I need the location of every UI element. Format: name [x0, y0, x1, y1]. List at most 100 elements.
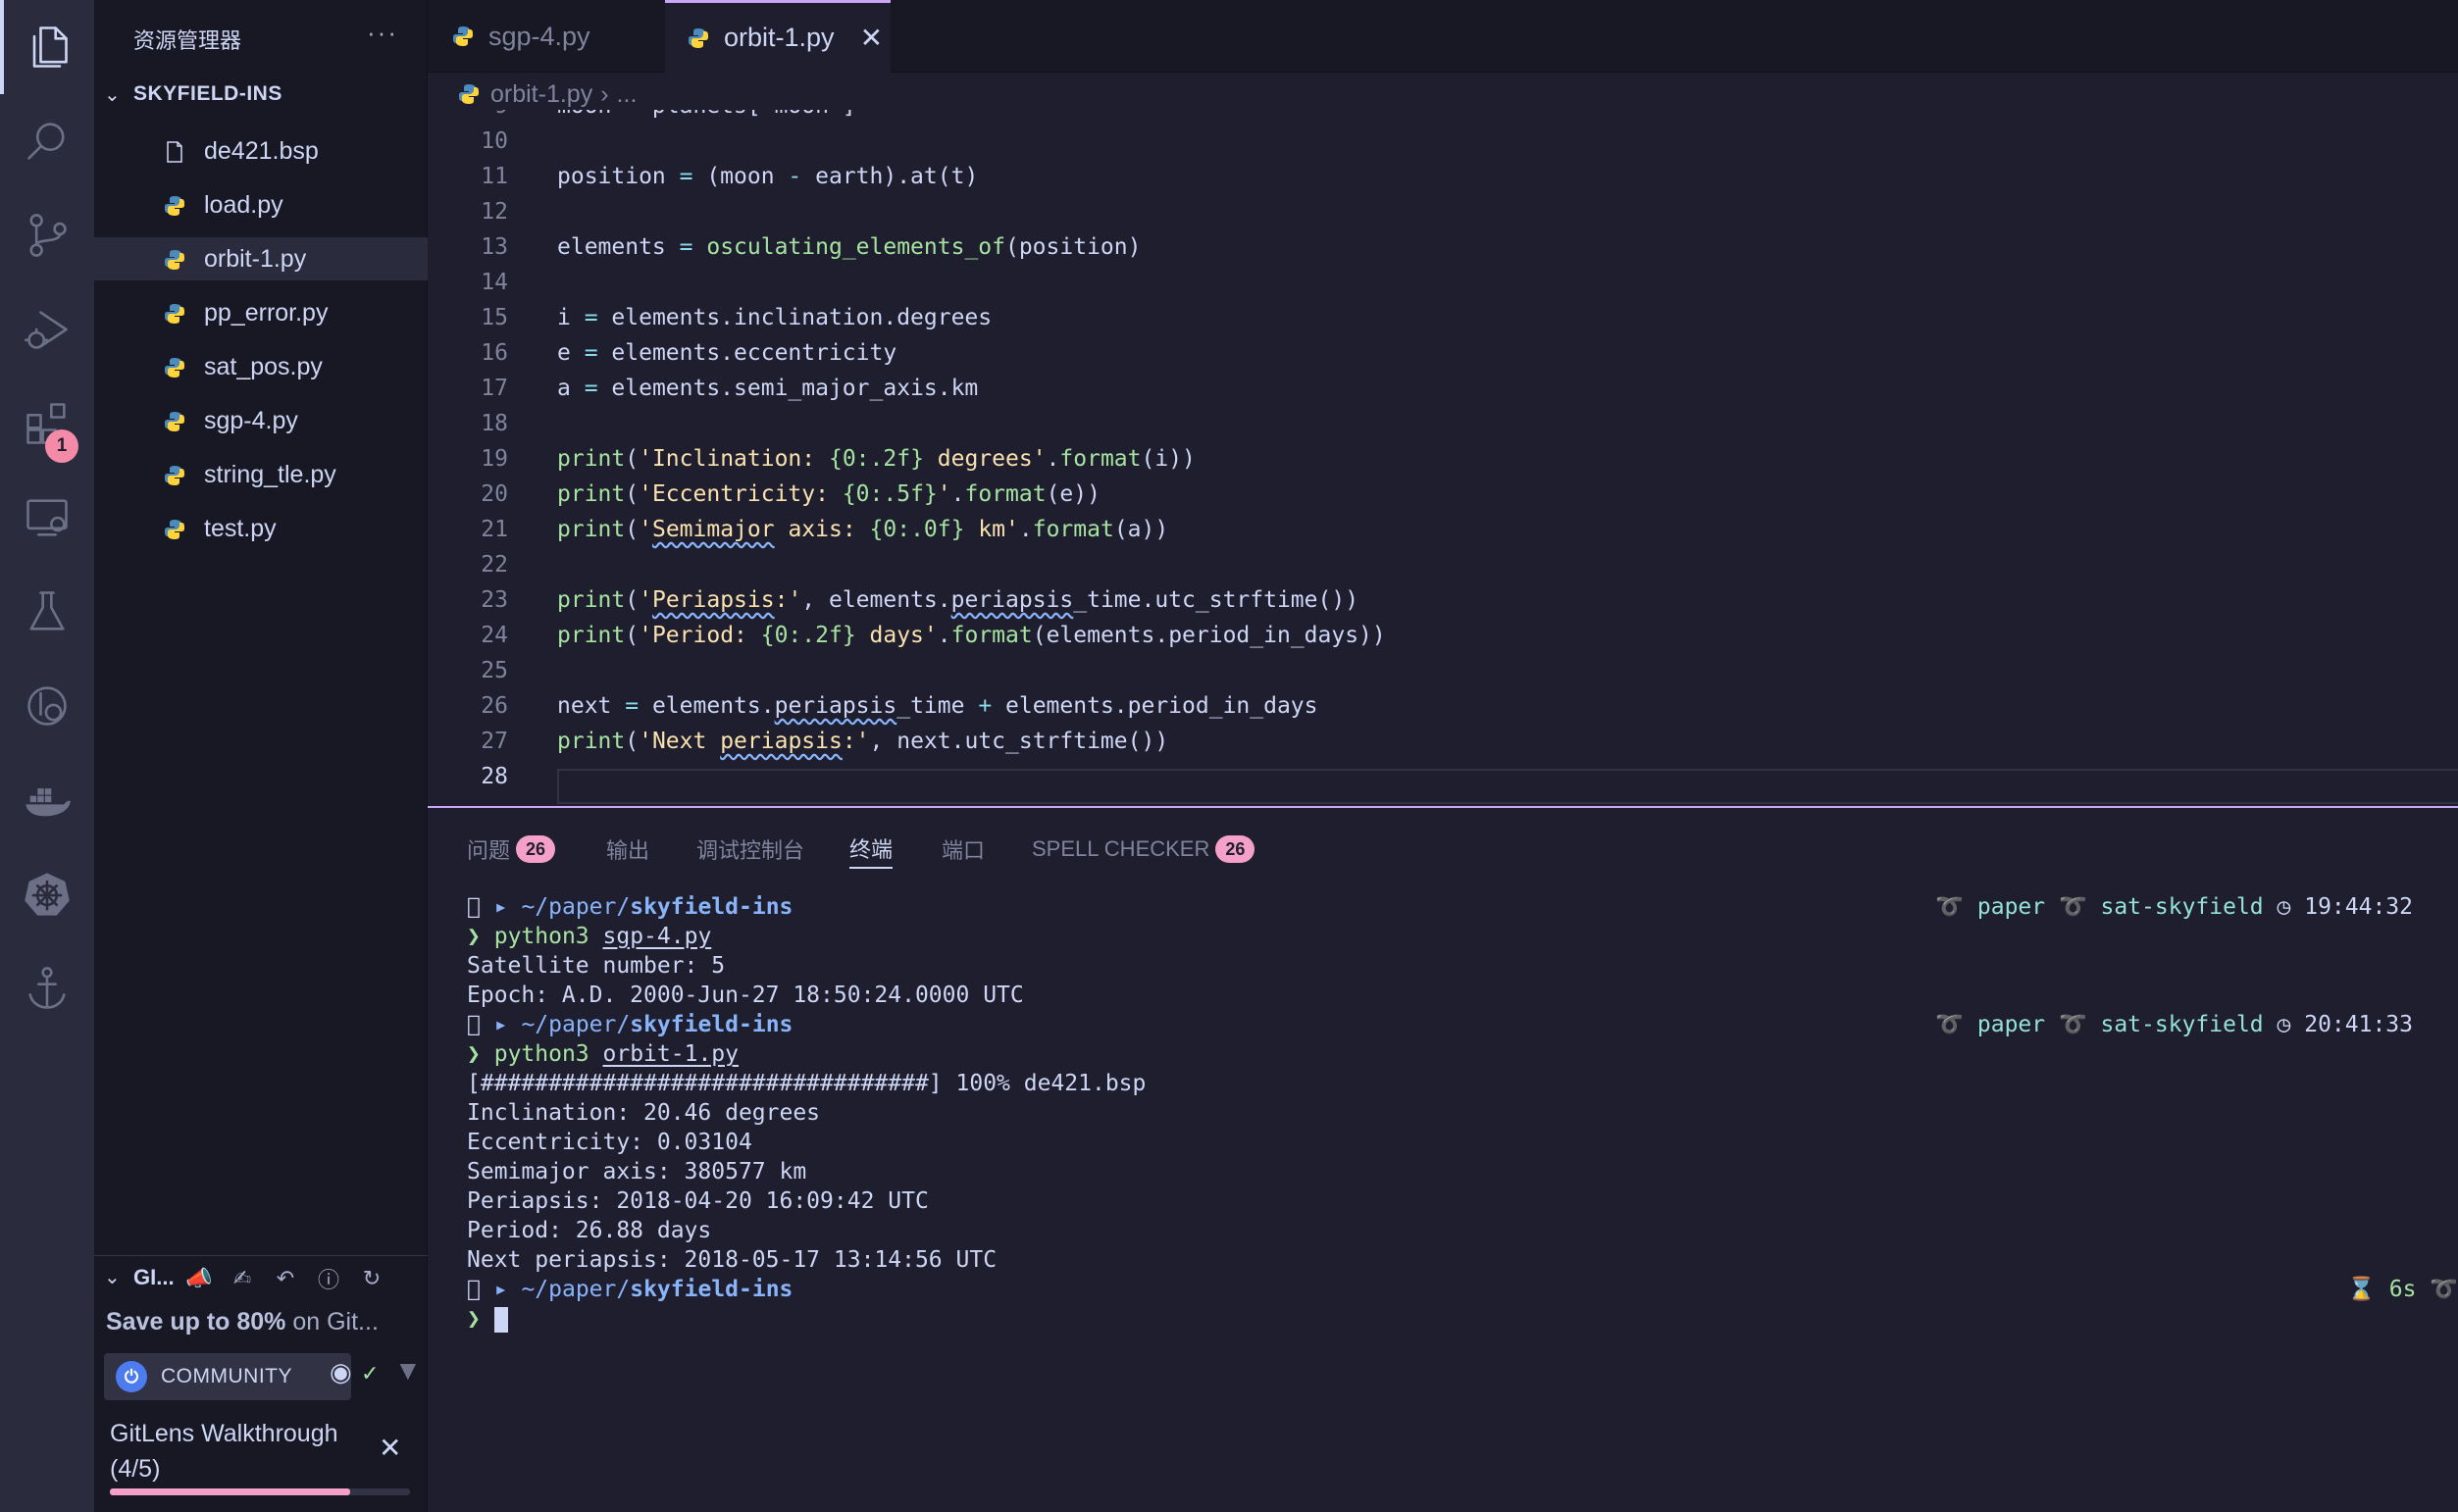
- kubernetes-icon[interactable]: [0, 847, 94, 941]
- code-text: print('Inclination: {0:.2f} degrees'.for…: [557, 446, 1196, 472]
- walkthrough-label[interactable]: GitLens Walkthrough (4/5): [110, 1416, 338, 1487]
- line-number: 13: [481, 234, 508, 260]
- code-line[interactable]: 10: [428, 124, 2458, 159]
- undo-icon[interactable]: ↶: [271, 1264, 300, 1293]
- code-line[interactable]: 21 print('Semimajor axis: {0:.0f} km'.for…: [428, 512, 2458, 547]
- file-name: pp_error.py: [204, 298, 329, 327]
- file-item[interactable]: pp_error.py: [94, 291, 428, 334]
- file-name: de421.bsp: [204, 136, 319, 165]
- code-line[interactable]: 14: [428, 265, 2458, 300]
- code-line[interactable]: 15 i = elements.inclination.degrees: [428, 300, 2458, 335]
- line-number: 28: [481, 764, 508, 789]
- code-text: moon = planets['moon']: [557, 110, 856, 124]
- line-number: 20: [481, 481, 508, 507]
- sidebar-title: 资源管理器: [133, 28, 242, 53]
- code-text: a = elements.semi_major_axis.km: [557, 376, 979, 401]
- code-line[interactable]: 13 elements = osculating_elements_of(posi…: [428, 229, 2458, 265]
- run-debug-icon[interactable]: [0, 282, 94, 377]
- breadcrumb-rest[interactable]: ...: [617, 80, 638, 109]
- input-line: ❯: [467, 1304, 2458, 1334]
- file-item[interactable]: orbit-1.py: [94, 237, 428, 280]
- breadcrumb-file[interactable]: orbit-1.py: [490, 80, 592, 109]
- search-icon[interactable]: [0, 94, 94, 188]
- megaphone-icon[interactable]: 📣: [184, 1264, 214, 1293]
- gitlens-icon[interactable]: [0, 659, 94, 753]
- more-actions-icon[interactable]: ···: [367, 18, 398, 48]
- file-item[interactable]: sat_pos.py: [94, 345, 428, 388]
- gitlab-icon[interactable]: ▼: [394, 1355, 422, 1386]
- output-line: Satellite number: 5: [467, 953, 726, 979]
- python-icon: [165, 304, 184, 324]
- output-line: Semimajor axis: 380577 km: [467, 1159, 807, 1184]
- explorer-icon[interactable]: [0, 0, 94, 94]
- help-icon[interactable]: ⓘ: [314, 1264, 343, 1293]
- python-icon: [165, 412, 184, 431]
- file-item[interactable]: load.py: [94, 183, 428, 227]
- line-number: 10: [481, 128, 508, 154]
- code-line[interactable]: 11 position = (moon - earth).at(t): [428, 159, 2458, 194]
- code-line[interactable]: 16 e = elements.eccentricity: [428, 335, 2458, 371]
- tab-output[interactable]: 输出: [606, 830, 649, 869]
- output-line: Inclination: 20.46 degrees: [467, 1100, 821, 1126]
- file-item[interactable]: de421.bsp: [94, 129, 428, 173]
- problems-badge: 26: [516, 835, 556, 863]
- command-line: ❯ python3 orbit-1.py: [467, 1041, 739, 1067]
- tab-spell-checker[interactable]: SPELL CHECKER 26: [1032, 830, 1255, 869]
- code-line[interactable]: 12: [428, 194, 2458, 229]
- close-walkthrough-icon[interactable]: ✕: [379, 1432, 401, 1464]
- file-item[interactable]: string_tle.py: [94, 453, 428, 496]
- tab-problems[interactable]: 问题 26: [467, 830, 556, 869]
- tab-terminal[interactable]: 终端: [849, 830, 894, 869]
- docker-icon[interactable]: [0, 753, 94, 847]
- terminal[interactable]:  ▸ ~/paper/skyfield-ins➰ paper ➰ sat-sk…: [467, 892, 2458, 1334]
- community-button[interactable]: ⏻ COMMUNITY: [104, 1353, 351, 1400]
- code-line[interactable]: 19 print('Inclination: {0:.2f} degrees'.f…: [428, 441, 2458, 477]
- prompt-line:  ▸ ~/paper/skyfield-ins➰ paper ➰ sat-sk…: [467, 894, 2413, 920]
- file-item[interactable]: test.py: [94, 507, 428, 550]
- folder-icon: ▸: [493, 1012, 508, 1037]
- folder-header[interactable]: ⌄ SKYFIELD-INS: [94, 75, 428, 114]
- code-line[interactable]: 9 moon = planets['moon']: [428, 110, 2458, 124]
- prompt-chevron-icon: ❯: [467, 924, 481, 949]
- hourglass-icon: ⌛: [2347, 1277, 2376, 1302]
- file-item[interactable]: sgp-4.py: [94, 399, 428, 442]
- python-env-icon: ➰: [2058, 1012, 2087, 1037]
- code-text: print('Next periapsis:', next.utc_strfti…: [557, 729, 1169, 754]
- output-line: Eccentricity: 0.03104: [467, 1130, 752, 1155]
- code-line[interactable]: 17 a = elements.semi_major_axis.km: [428, 371, 2458, 406]
- remote-explorer-icon[interactable]: [0, 471, 94, 565]
- feedback-icon[interactable]: ✍: [228, 1264, 257, 1293]
- refresh-icon[interactable]: ↻: [357, 1264, 386, 1293]
- source-control-icon[interactable]: [0, 188, 94, 282]
- gitlens-section-header[interactable]: ⌄ GI... 📣 ✍ ↶ ⓘ ↻: [94, 1255, 428, 1298]
- code-line[interactable]: 25: [428, 653, 2458, 688]
- output-line: Epoch: A.D. 2000-Jun-27 18:50:24.0000 UT…: [467, 983, 1024, 1008]
- code-line[interactable]: 24 print('Period: {0:.2f} days'.format(el…: [428, 618, 2458, 653]
- folder-icon: ▸: [493, 1277, 508, 1302]
- code-text: print('Semimajor axis: {0:.0f} km'.forma…: [557, 517, 1169, 542]
- tab-orbit-1[interactable]: orbit-1.py ✕: [665, 0, 891, 73]
- code-line[interactable]: 20 print('Eccentricity: {0:.5f}'.format(e…: [428, 477, 2458, 512]
- line-number: 19: [481, 446, 508, 472]
- code-line[interactable]: 23 print('Periapsis:', elements.periapsis…: [428, 582, 2458, 618]
- code-line[interactable]: 22: [428, 547, 2458, 582]
- code-text: e = elements.eccentricity: [557, 340, 897, 366]
- code-line[interactable]: 27 print('Next periapsis:', next.utc_strf…: [428, 724, 2458, 759]
- tab-sgp-4[interactable]: sgp-4.py: [451, 0, 657, 73]
- apple-icon: : [467, 1012, 481, 1037]
- extensions-icon[interactable]: 1: [0, 377, 94, 471]
- testing-icon[interactable]: [0, 565, 94, 659]
- close-tab-icon[interactable]: ✕: [860, 22, 883, 54]
- code-editor[interactable]: 9 moon = planets['moon'] 10 11 position = (m…: [428, 110, 2458, 806]
- code-line[interactable]: 18: [428, 406, 2458, 441]
- code-line[interactable]: 26 next = elements.periapsis_time + eleme…: [428, 688, 2458, 724]
- output-line: Periapsis: 2018-04-20 16:09:42 UTC: [467, 1188, 929, 1214]
- code-line[interactable]: 28: [428, 759, 2458, 794]
- anchor-icon[interactable]: [0, 941, 94, 1035]
- github-icon[interactable]: ◉: [330, 1357, 352, 1387]
- tab-debug-console[interactable]: 调试控制台: [696, 830, 804, 869]
- gitlens-promo[interactable]: Save up to 80% on Git...: [106, 1308, 420, 1336]
- tab-ports[interactable]: 端口: [942, 830, 985, 869]
- code-text: print('Eccentricity: {0:.5f}'.format(e)): [557, 481, 1101, 507]
- chevron-right-icon: ›: [600, 79, 609, 108]
